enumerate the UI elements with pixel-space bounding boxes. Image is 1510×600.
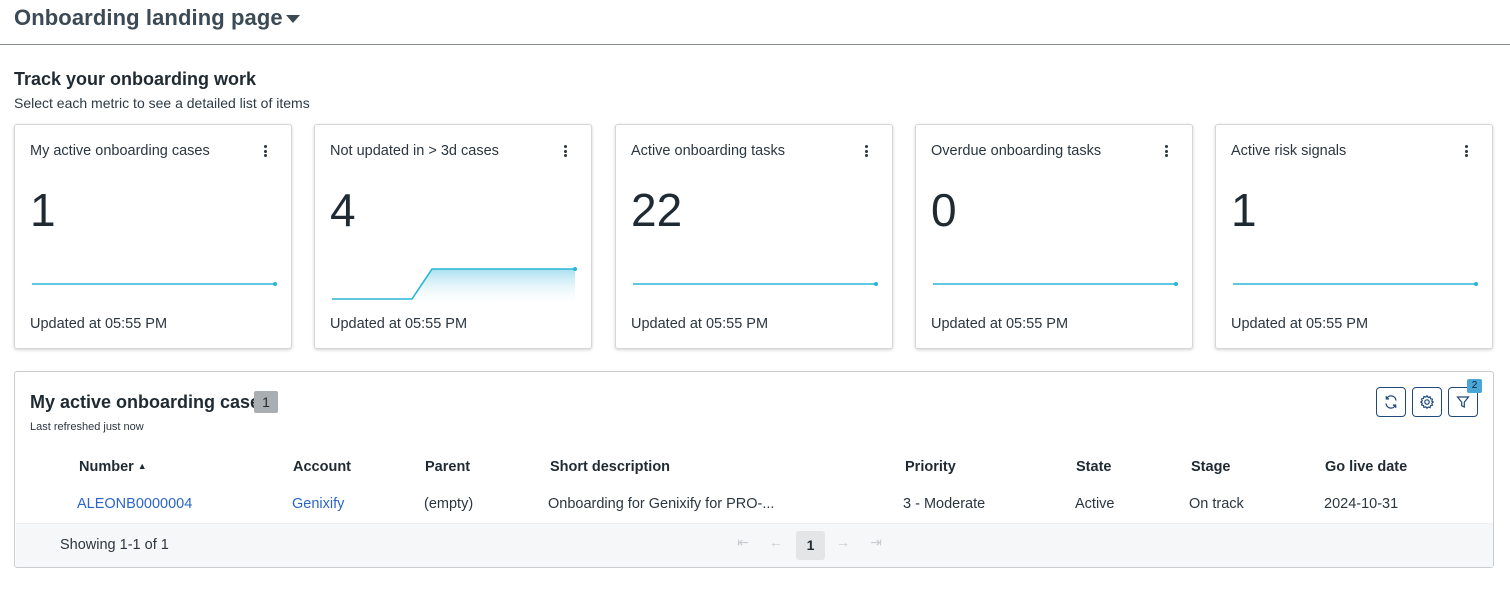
case-number-link[interactable]: ALEONB0000004 <box>77 496 192 512</box>
metric-updated-time: Updated at 05:55 PM <box>631 316 769 332</box>
metric-card-title: Active risk signals <box>1231 143 1347 159</box>
trend-sparkline <box>32 282 277 286</box>
sort-ascending-icon: ▲ <box>137 461 147 471</box>
first-page-icon[interactable]: ⇤ <box>733 534 753 551</box>
page-number-button[interactable]: 1 <box>796 531 825 560</box>
metric-card-title: Overdue onboarding tasks <box>931 143 1102 159</box>
metric-value: 0 <box>931 184 957 236</box>
column-header-priority[interactable]: Priority <box>905 459 956 475</box>
filter-button[interactable]: 2 <box>1448 379 1482 417</box>
metric-card-active-cases[interactable]: My active onboarding cases 1 Updated at … <box>14 124 292 349</box>
metric-updated-time: Updated at 05:55 PM <box>931 316 1069 332</box>
metric-card-risk-signals[interactable]: Active risk signals 1 Updated at 05:55 P… <box>1215 124 1493 349</box>
more-options-icon[interactable] <box>1162 143 1170 159</box>
section-subtitle: Select each metric to see a detailed lis… <box>14 95 310 111</box>
metric-card-overdue-tasks[interactable]: Overdue onboarding tasks 0 Updated at 05… <box>915 124 1193 349</box>
column-header-short-description[interactable]: Short description <box>550 459 670 475</box>
metric-value: 1 <box>1231 184 1257 236</box>
column-header-number[interactable]: Number ▲ <box>79 459 147 475</box>
settings-button[interactable] <box>1412 387 1442 417</box>
cell-priority: 3 - Moderate <box>903 496 986 512</box>
trend-sparkline <box>933 282 1178 286</box>
cell-parent: (empty) <box>424 496 474 512</box>
metric-updated-time: Updated at 05:55 PM <box>330 316 468 332</box>
column-header-state[interactable]: State <box>1076 459 1111 475</box>
filter-icon <box>1456 396 1470 408</box>
metric-card-title: Active onboarding tasks <box>631 143 785 159</box>
last-page-icon[interactable]: ⇥ <box>866 534 886 551</box>
count-badge: 1 <box>254 391 278 413</box>
cell-short-description: Onboarding for Genixify for PRO-... <box>548 496 775 512</box>
column-header-account[interactable]: Account <box>293 459 351 475</box>
metric-value: 4 <box>330 184 356 236</box>
metric-card-title: Not updated in > 3d cases <box>330 143 499 159</box>
pagination-summary: Showing 1-1 of 1 <box>60 537 169 553</box>
refresh-button[interactable] <box>1376 387 1406 417</box>
gear-icon <box>1419 394 1435 410</box>
cell-go-live-date: 2024-10-31 <box>1324 496 1399 512</box>
column-header-stage[interactable]: Stage <box>1191 459 1231 475</box>
trend-sparkline <box>332 267 577 303</box>
cell-stage: On track <box>1189 496 1244 512</box>
page-header: Onboarding landing page <box>0 0 1510 45</box>
metric-card-title: My active onboarding cases <box>30 143 210 159</box>
previous-page-icon[interactable]: ← <box>766 534 786 550</box>
more-options-icon[interactable] <box>261 143 269 159</box>
metric-updated-time: Updated at 05:55 PM <box>1231 316 1369 332</box>
next-page-icon[interactable]: → <box>833 534 853 550</box>
metric-card-not-updated[interactable]: Not updated in > 3d cases 4 Updated at 0… <box>314 124 592 349</box>
chevron-down-icon[interactable] <box>285 12 301 26</box>
metric-card-active-tasks[interactable]: Active onboarding tasks 22 Updated at 05… <box>615 124 893 349</box>
filter-count-badge: 2 <box>1467 379 1482 393</box>
trend-sparkline <box>1233 282 1478 286</box>
list-title: My active onboarding cases <box>30 392 271 412</box>
account-link[interactable]: Genixify <box>292 496 344 512</box>
page-title: Onboarding landing page <box>14 5 283 30</box>
cell-state: Active <box>1075 496 1115 512</box>
more-options-icon[interactable] <box>862 143 870 159</box>
column-header-go-live-date[interactable]: Go live date <box>1325 459 1407 475</box>
section-title: Track your onboarding work <box>14 69 257 89</box>
metric-updated-time: Updated at 05:55 PM <box>30 316 168 332</box>
column-header-parent[interactable]: Parent <box>425 459 470 475</box>
metric-value: 22 <box>631 184 683 236</box>
last-refreshed-text: Last refreshed just now <box>30 421 144 433</box>
cases-list-panel: My active onboarding cases 1 Last refres… <box>14 371 1494 568</box>
metric-value: 1 <box>30 184 56 236</box>
refresh-icon <box>1385 395 1397 409</box>
table-footer <box>16 523 1493 567</box>
more-options-icon[interactable] <box>561 143 569 159</box>
column-header-label: Number <box>79 459 134 475</box>
trend-sparkline <box>633 282 878 286</box>
more-options-icon[interactable] <box>1462 143 1470 159</box>
